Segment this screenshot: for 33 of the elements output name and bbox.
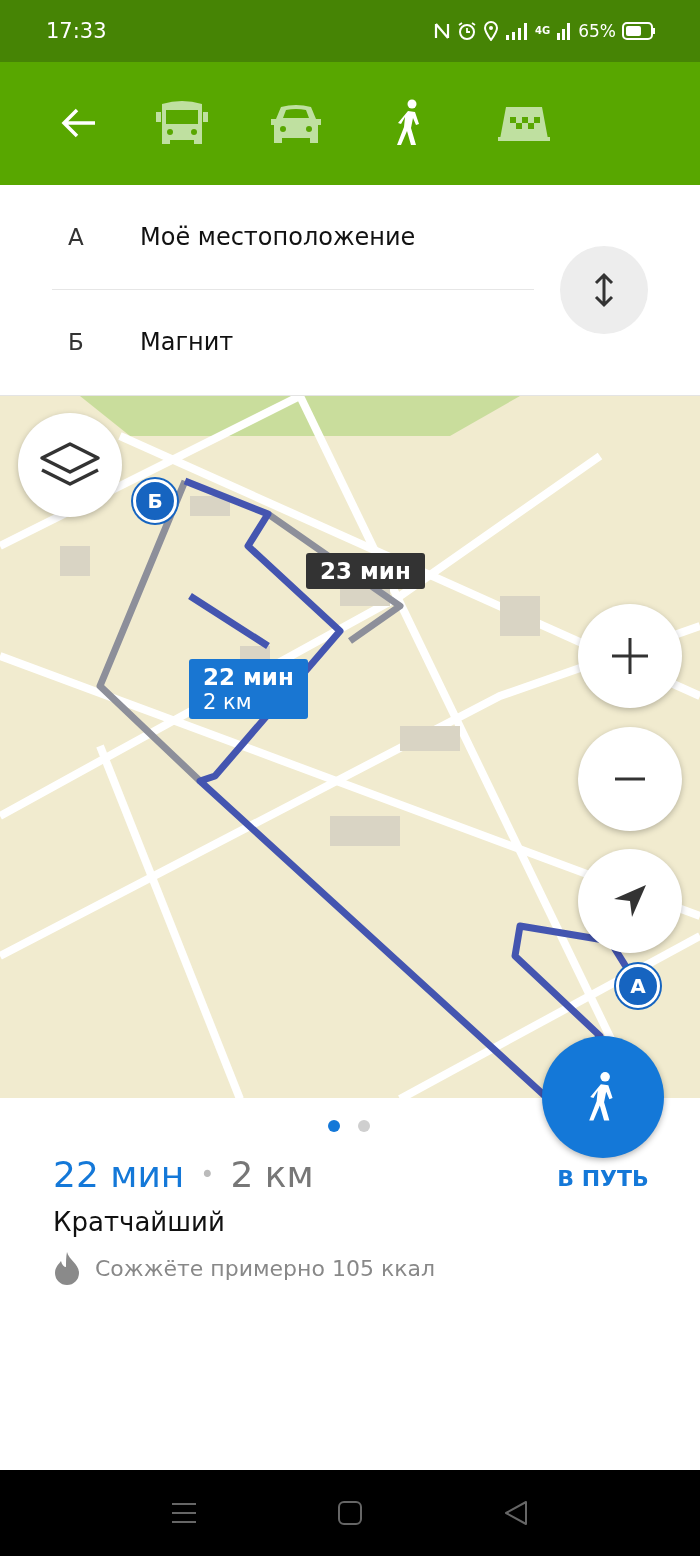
calories-text: Сожжёте примерно 105 ккал [95,1255,436,1281]
battery-icon [622,21,656,40]
route-point-marker: А [616,963,660,1008]
flame-icon [53,1251,81,1286]
route-duration: 22 мин [53,1154,185,1196]
network-type: 4G [535,25,551,37]
page-dot[interactable] [328,1120,340,1133]
alarm-icon [457,20,478,41]
route-point-marker: Б [133,478,177,523]
home-icon[interactable] [337,1500,363,1526]
navigation-arrow-icon [612,882,648,919]
back-icon[interactable] [503,1499,529,1527]
menu-icon[interactable] [171,1501,197,1525]
route-time-label[interactable]: 22 мин 2 км [189,658,308,719]
signal-icon [505,20,530,41]
location-pin-icon [483,20,500,41]
route-time-label[interactable]: 23 мин [306,552,425,589]
minus-icon [615,776,645,781]
plus-icon [610,635,650,676]
up-down-arrows-icon [593,271,615,308]
route-point-field[interactable]: Моё местоположение [140,223,416,252]
point-letter: А [67,224,85,251]
start-navigation-button[interactable] [542,1036,664,1159]
separator-dot: • [200,1160,215,1189]
route-distance: 2 км [230,1154,314,1196]
route-type: Кратчайший [53,1207,226,1238]
page-dot[interactable] [358,1120,370,1133]
battery-percent: 65% [578,20,616,41]
go-label[interactable]: В ПУТЬ [557,1166,649,1192]
route-point-field[interactable]: Магнит [140,328,234,357]
point-letter: Б [67,329,85,356]
signal-icon [556,20,573,41]
status-time: 17:33 [46,18,107,43]
